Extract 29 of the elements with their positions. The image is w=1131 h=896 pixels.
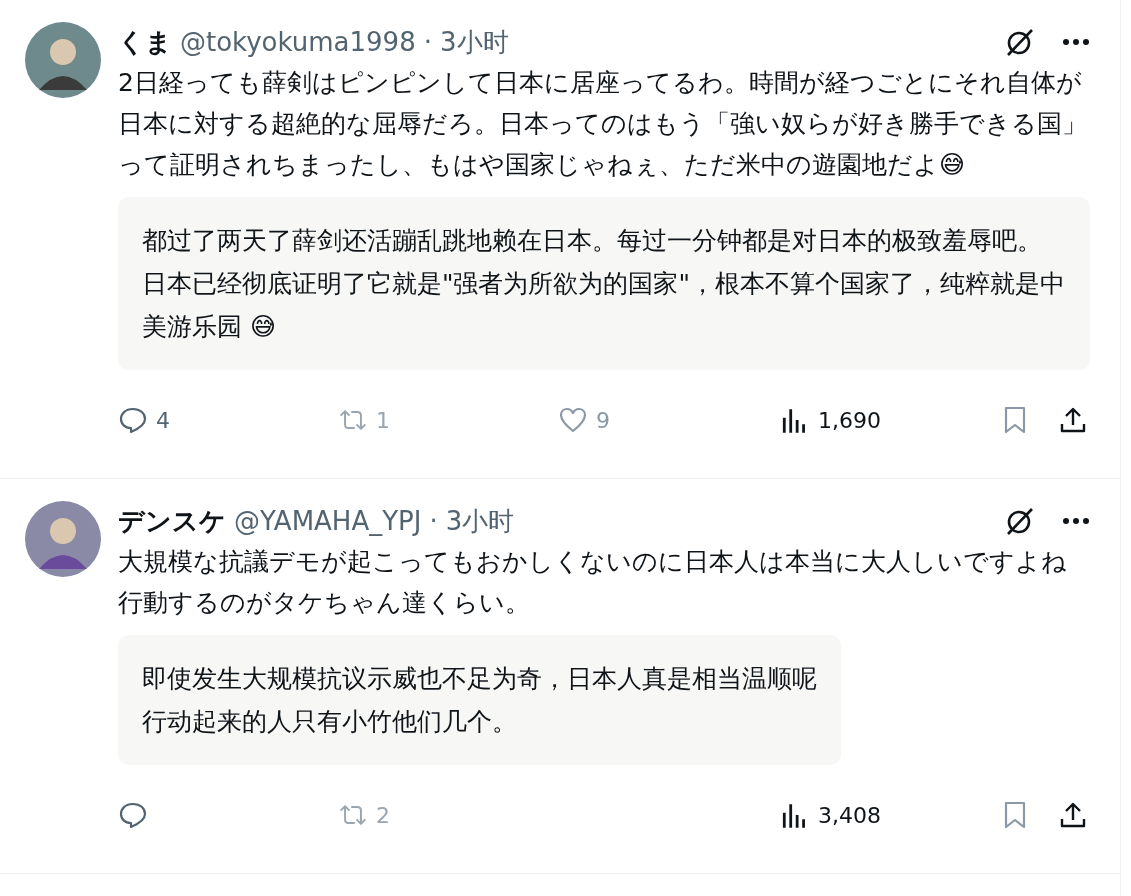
user-handle[interactable]: @YAMAHA_YPJ (234, 506, 422, 536)
post-time[interactable]: 3小时 (445, 503, 515, 539)
share-icon (1058, 405, 1088, 435)
reply-button[interactable]: 4 (118, 405, 170, 435)
share-icon (1058, 800, 1088, 830)
heart-icon (558, 405, 588, 435)
more-icon[interactable] (1062, 517, 1090, 525)
views-button[interactable]: 3,408 (780, 800, 881, 830)
user-name[interactable]: デンスケ (118, 503, 226, 539)
avatar[interactable] (25, 501, 101, 577)
separator-dot: · (423, 27, 432, 57)
speech-bubble-icon (118, 405, 148, 435)
post-text: 大規模な抗議デモが起こってもおかしくないのに日本人は本当に大人しいですよね (118, 546, 1068, 578)
avatar[interactable] (25, 22, 101, 98)
speech-bubble-icon (118, 800, 148, 830)
user-handle[interactable]: @tokyokuma1998 (180, 27, 416, 57)
user-name[interactable]: くま (118, 24, 172, 60)
translation-text: 即使发生大规模抗议示威也不足为奇，日本人真是相当温顺呢 (142, 663, 817, 695)
translation-text: 都过了两天了薛剑还活蹦乱跳地赖在日本。每过一分钟都是对日本的极致羞辱吧。日本已经彻底证明了它就是"强者为所欲为的国家"，根本不算个国家了，纯粹就是中美游乐园 😅 (142, 225, 1066, 343)
post-time[interactable]: 3小时 (439, 24, 509, 60)
share-button[interactable] (1058, 800, 1088, 830)
translation-text: 行动起来的人只有小竹他们几个。 (142, 706, 518, 738)
more-icon[interactable] (1062, 38, 1090, 46)
post-text: 行動するのがタケちゃん達くらい。 (118, 587, 531, 619)
reply-button[interactable] (118, 800, 148, 830)
post-text: 2日経っても薛剣はピンピンして日本に居座ってるわ。時間が経つごとにそれ自体が日本に対する超絶的な屈辱だろ。日本ってのはもう「強い奴らが好き勝手できる国」って証明されちまったし、もはや国家じゃねぇ、ただ米中の遊園地だよ😅 (118, 67, 1088, 181)
share-button[interactable] (1058, 405, 1088, 435)
separator-dot: · (429, 506, 438, 536)
views-button[interactable]: 1,690 (780, 405, 881, 435)
